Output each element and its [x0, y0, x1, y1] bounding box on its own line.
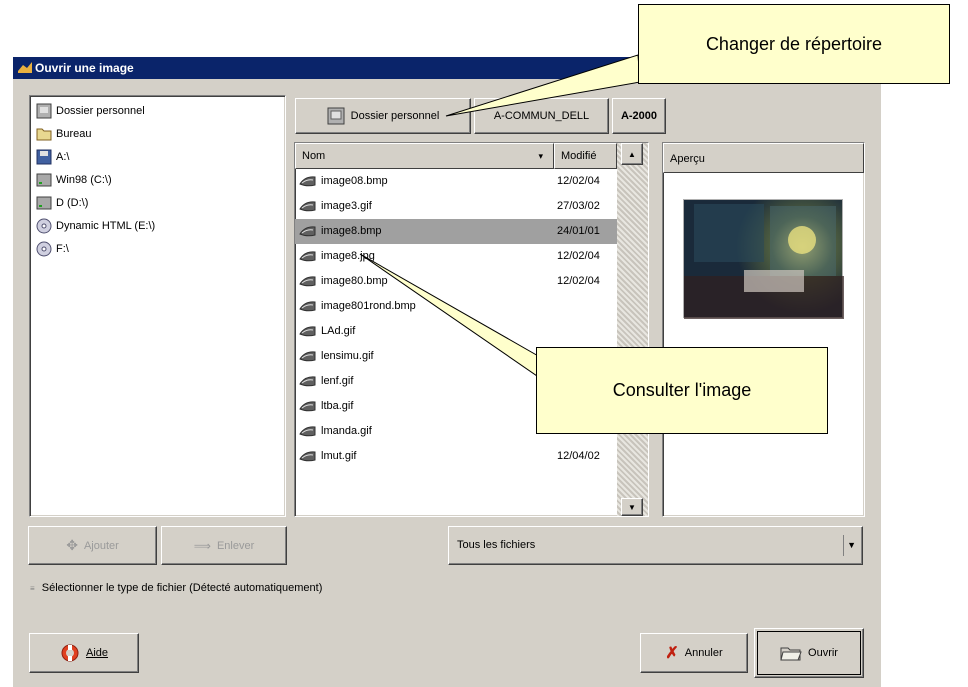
callout-change-dir-text: Changer de répertoire	[705, 33, 883, 54]
callout-pointer-view-image	[359, 253, 541, 379]
callout-view-image-text: Consulter l'image	[612, 380, 752, 400]
callout-pointer-change-dir	[445, 54, 641, 117]
callout-view-image: Consulter l'image	[536, 347, 828, 434]
callout-pointers	[359, 54, 641, 379]
callout-change-dir: Changer de répertoire	[638, 4, 950, 84]
